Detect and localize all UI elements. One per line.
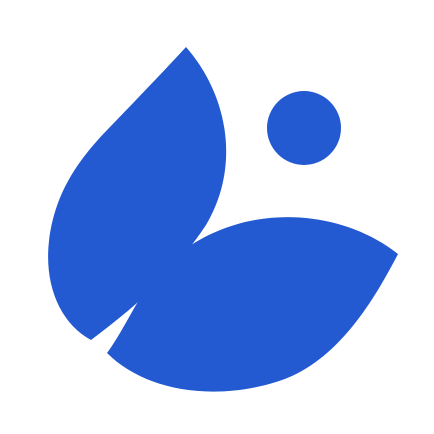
abstract-leaves-and-dot-logo-icon (0, 0, 434, 434)
app-icon-canvas (0, 0, 434, 434)
dot-circle (267, 91, 341, 165)
